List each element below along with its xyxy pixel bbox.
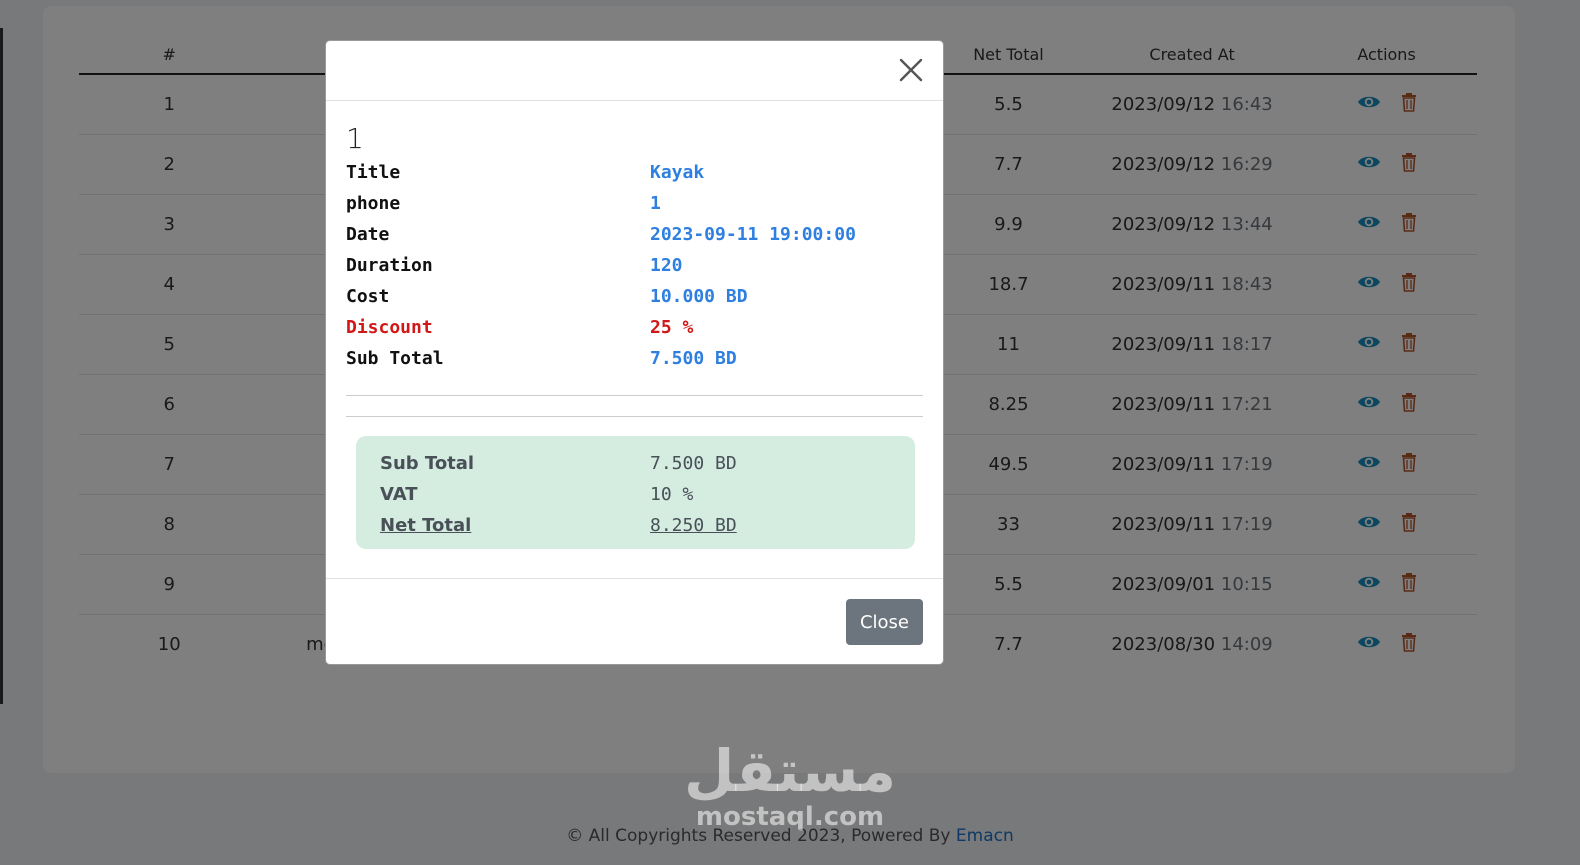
detail-row-phone: phone 1	[346, 188, 923, 219]
detail-key: Discount	[346, 317, 433, 338]
summary-key: Net Total	[380, 515, 472, 536]
detail-row-title: Title Kayak	[346, 157, 923, 188]
summary-row-sub-total: Sub Total 7.500 BD	[380, 448, 891, 479]
modal-body: 1 Title Kayak phone 1 Date 2023-09-11 19:00:0…	[326, 101, 943, 579]
detail-value: 25 %	[650, 317, 694, 338]
summary-key: Sub Total	[380, 453, 475, 474]
summary-key: VAT	[380, 484, 418, 505]
detail-key: Cost	[346, 286, 390, 307]
detail-value: 2023-09-11 19:00:00	[650, 224, 856, 245]
summary-value: 10 %	[650, 484, 694, 505]
detail-value: Kayak	[650, 162, 705, 183]
detail-key: Date	[346, 224, 390, 245]
summary-value: 8.250 BD	[650, 515, 737, 536]
record-number: 1	[346, 122, 364, 155]
detail-row-date: Date 2023-09-11 19:00:00	[346, 219, 923, 250]
modal-footer: Close	[326, 578, 943, 664]
divider	[346, 416, 923, 417]
close-icon[interactable]	[899, 58, 923, 82]
detail-row-cost: Cost 10.000 BD	[346, 281, 923, 312]
detail-row-sub-total: Sub Total 7.500 BD	[346, 343, 923, 374]
divider	[346, 395, 923, 396]
detail-value: 7.500 BD	[650, 348, 737, 369]
detail-key: phone	[346, 193, 401, 214]
close-button[interactable]: Close	[846, 599, 923, 645]
detail-key: Sub Total	[346, 348, 444, 369]
details-list: Title Kayak phone 1 Date 2023-09-11 19:00:00 D…	[346, 157, 923, 374]
detail-value: 1	[650, 193, 661, 214]
totals-summary: Sub Total 7.500 BD VAT 10 % Net Total 8.250 B…	[356, 436, 915, 549]
modal-header	[326, 41, 943, 101]
detail-value: 120	[650, 255, 683, 276]
summary-row-vat: VAT 10 %	[380, 479, 891, 510]
detail-row-duration: Duration 120	[346, 250, 923, 281]
detail-row-discount: Discount 25 %	[346, 312, 923, 343]
booking-details-modal: 1 Title Kayak phone 1 Date 2023-09-11 19:00:0…	[325, 40, 944, 665]
detail-key: Title	[346, 162, 401, 183]
summary-row-net-total: Net Total 8.250 BD	[380, 510, 891, 541]
detail-value: 10.000 BD	[650, 286, 748, 307]
detail-key: Duration	[346, 255, 433, 276]
summary-value: 7.500 BD	[650, 453, 737, 474]
